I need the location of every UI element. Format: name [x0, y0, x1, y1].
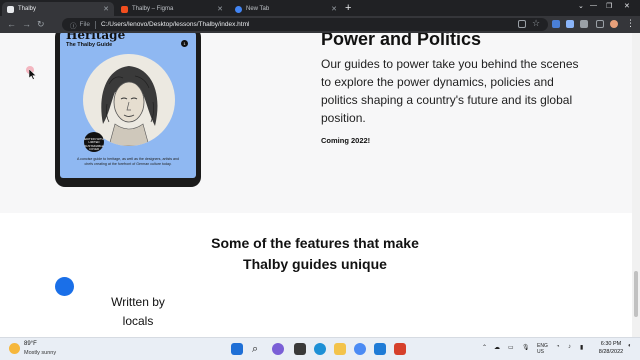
- clock-time: 6:30 PM: [600, 341, 622, 347]
- tab-label: Thalby – Figma: [132, 6, 174, 12]
- avatar[interactable]: [610, 20, 618, 28]
- back-icon[interactable]: ←: [7, 19, 16, 29]
- scheme-label: File: [79, 21, 90, 28]
- features-heading: Some of the features that make Thalby gu…: [211, 235, 419, 272]
- sidebar-icon[interactable]: [596, 20, 604, 28]
- browser-tabstrip: Thalby ✕ Thalby – Figma ✕ New Tab ✕ + ⌄ …: [0, 0, 640, 16]
- chevron-up-icon[interactable]: ⌃: [482, 344, 487, 351]
- task-view-icon[interactable]: [294, 343, 306, 355]
- tab-figma[interactable]: Thalby – Figma ✕: [116, 2, 228, 16]
- web-page: Heritage The Thalby Guide 1 EDITION WITH…: [0, 33, 640, 337]
- coming-soon-label: Coming 2022!: [321, 136, 371, 145]
- close-icon[interactable]: ✕: [331, 5, 337, 13]
- restore-icon[interactable]: ❐: [606, 2, 612, 10]
- section-title: Power and Politics: [321, 33, 482, 49]
- battery-icon[interactable]: ▮: [580, 344, 583, 351]
- tab-new-tab[interactable]: New Tab ✕: [230, 2, 342, 16]
- book-description: A concise guide to heritage, as well as …: [76, 157, 180, 166]
- edge-icon[interactable]: [314, 343, 326, 355]
- edition-badge: EDITION WITH LIMITED SUSTAINABLE COVER: [84, 132, 104, 152]
- scrollbar-thumb[interactable]: [634, 271, 638, 317]
- book-cover: Heritage The Thalby Guide 1 EDITION WITH…: [60, 33, 196, 178]
- book-brand: Heritage: [66, 33, 126, 42]
- feature-item-written-by-locals: Written by locals: [111, 295, 165, 328]
- minimize-icon[interactable]: —: [590, 2, 597, 9]
- tablet-mockup: Heritage The Thalby Guide 1 EDITION WITH…: [55, 33, 201, 187]
- wifi-icon[interactable]: ◔: [556, 344, 560, 350]
- page-scrollbar[interactable]: [632, 33, 640, 337]
- url-text[interactable]: C:/Users/lenovo/Desktop/lessons/Thalby/i…: [101, 21, 249, 28]
- close-icon[interactable]: ✕: [217, 5, 223, 13]
- book-number-badge: 1: [181, 40, 188, 47]
- share-icon[interactable]: [518, 20, 526, 28]
- app-icon[interactable]: [394, 343, 406, 355]
- clock-date: 8/28/2022: [598, 349, 624, 355]
- close-window-icon[interactable]: ✕: [624, 2, 630, 10]
- tray-icon[interactable]: ▭: [508, 344, 514, 351]
- book-subtitle: The Thalby Guide: [66, 42, 113, 48]
- onedrive-icon[interactable]: ☁: [494, 344, 500, 351]
- tab-label: New Tab: [246, 6, 270, 12]
- weather-condition[interactable]: Mostly sunny: [24, 350, 56, 356]
- forward-icon[interactable]: →: [22, 19, 31, 29]
- star-icon[interactable]: ☆: [532, 18, 540, 29]
- chrome-icon: [235, 5, 242, 13]
- address-bar[interactable]: ⓘ File C:/Users/lenovo/Desktop/lessons/T…: [62, 18, 548, 31]
- extension-icon[interactable]: [566, 20, 574, 28]
- start-icon[interactable]: [231, 343, 243, 355]
- more-icon[interactable]: ⋮: [626, 18, 635, 29]
- system-clock[interactable]: 6:30 PM 8/28/2022: [594, 340, 628, 356]
- extension-icon[interactable]: [552, 20, 560, 28]
- tab-label: Thalby: [18, 6, 37, 12]
- microphone-icon[interactable]: 🎙: [522, 344, 530, 351]
- language-indicator[interactable]: ENG US: [537, 343, 548, 355]
- close-icon[interactable]: ✕: [103, 5, 109, 13]
- lang-line2: US: [537, 349, 544, 355]
- notification-icon[interactable]: ◐: [628, 343, 632, 349]
- divider: [94, 20, 96, 29]
- browser-toolbar: ← → ↻ ⓘ File C:/Users/lenovo/Desktop/les…: [0, 16, 640, 33]
- file-explorer-icon[interactable]: [334, 343, 346, 355]
- tab-thalby[interactable]: Thalby ✕: [2, 2, 114, 16]
- mouse-pointer-icon: [29, 69, 37, 80]
- new-tab-icon[interactable]: +: [345, 2, 351, 14]
- vscode-icon[interactable]: [374, 343, 386, 355]
- weather-temp[interactable]: 89°F: [24, 341, 37, 347]
- speaker-icon[interactable]: ♪: [568, 344, 571, 350]
- chat-icon[interactable]: [272, 343, 284, 355]
- chevron-down-icon[interactable]: ⌄: [578, 2, 584, 10]
- globe-icon: [7, 5, 14, 13]
- feature-icon: [55, 277, 74, 296]
- figma-icon: [121, 5, 128, 13]
- chrome-icon[interactable]: [354, 343, 366, 355]
- info-icon[interactable]: ⓘ: [70, 20, 77, 30]
- puzzle-icon[interactable]: [580, 20, 588, 28]
- search-icon[interactable]: ⌕: [252, 343, 264, 355]
- section-description: Our guides to power take you behind the …: [321, 57, 579, 125]
- taskbar: 89°F Mostly sunny ⌕ ⌃ ☁ ▭ 🎙 ENG US ◔ ♪ ▮…: [0, 337, 640, 360]
- hero-section: Heritage The Thalby Guide 1 EDITION WITH…: [0, 33, 640, 213]
- reload-icon[interactable]: ↻: [37, 19, 45, 30]
- weather-sun-icon[interactable]: [9, 343, 20, 354]
